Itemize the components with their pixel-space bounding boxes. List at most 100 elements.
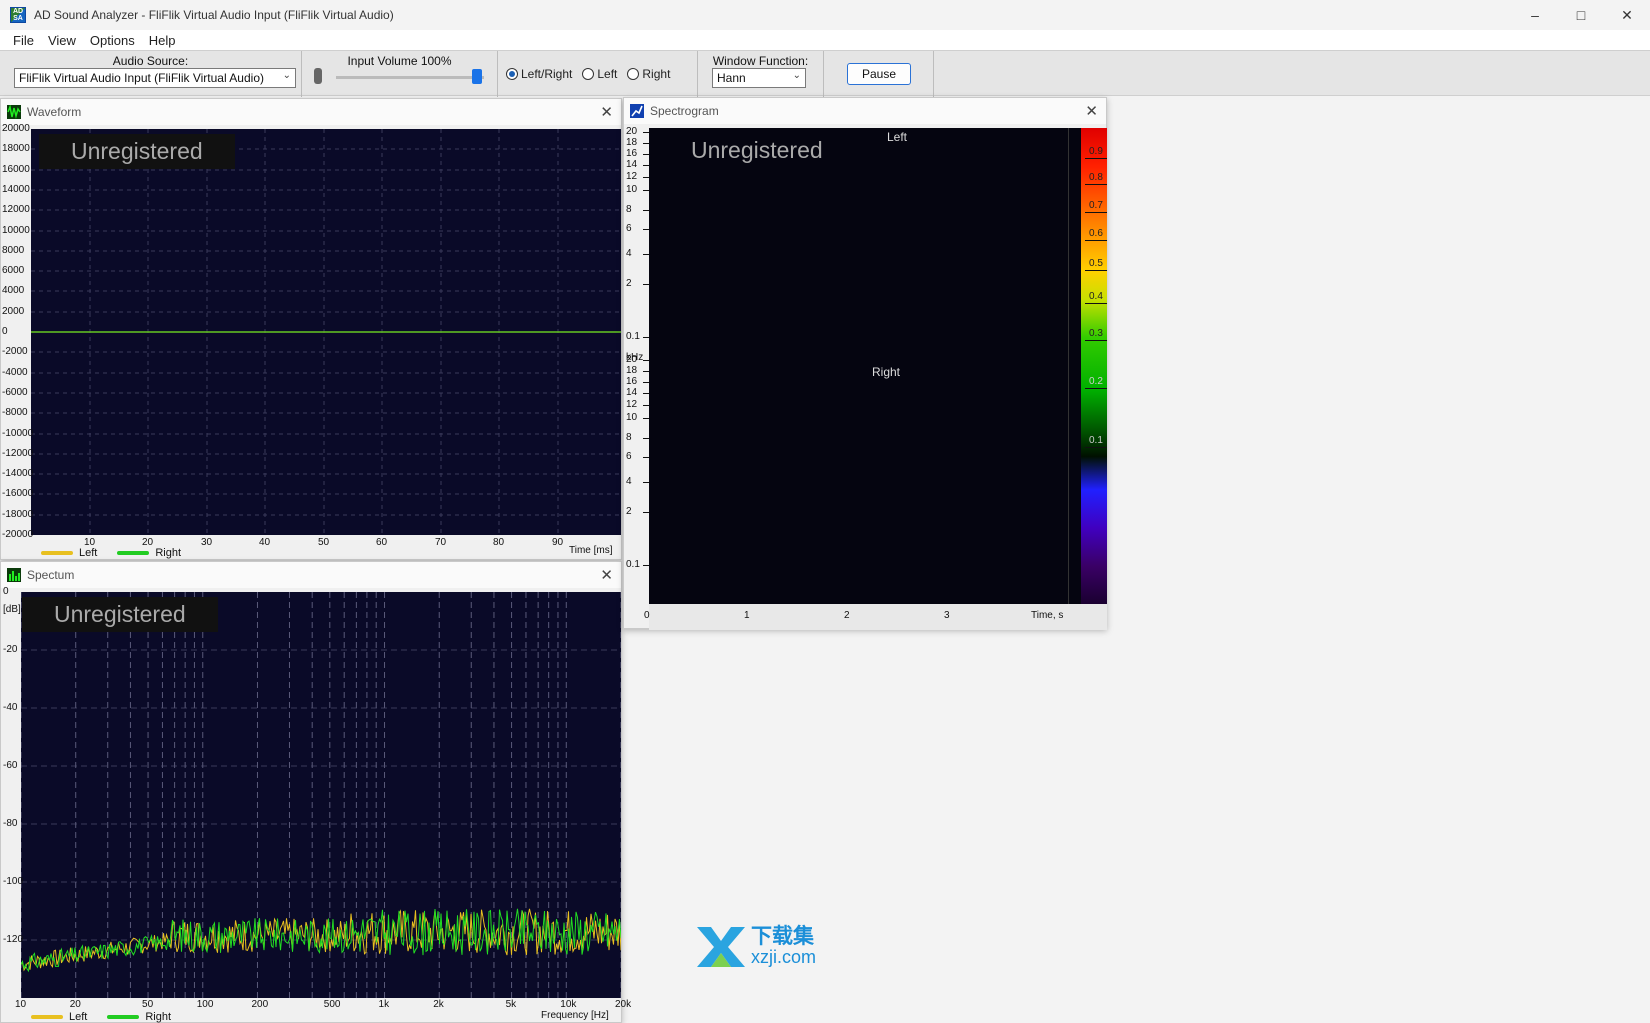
radio-left-dot bbox=[582, 68, 595, 80]
spectrogram-x-tick: 1 bbox=[744, 610, 750, 621]
close-icon[interactable]: ✕ bbox=[1085, 102, 1098, 120]
waveform-legend: Left Right bbox=[35, 547, 181, 559]
spectrogram-y-tick-bottom: 0.1 bbox=[626, 559, 640, 570]
spectrum-titlebar[interactable]: Spectum ✕ bbox=[1, 562, 621, 588]
spectrum-x-tick: 5k bbox=[505, 999, 517, 1010]
title-bar: AD SA AD Sound Analyzer - FliFlik Virtua… bbox=[0, 0, 1650, 30]
legend-right-label: Right bbox=[145, 1011, 172, 1023]
channel-group: Left/Right Left Right bbox=[498, 51, 698, 97]
spectrogram-x-tick: 3 bbox=[944, 610, 950, 621]
spectrogram-y-tick-mark bbox=[643, 393, 649, 394]
radio-left[interactable]: Left bbox=[582, 67, 617, 81]
waveform-y-tick: 6000 bbox=[2, 265, 25, 276]
spectrogram-y-tick-mark bbox=[643, 132, 649, 133]
colorbar-tick-mark bbox=[1085, 447, 1107, 448]
colorbar-tick-mark bbox=[1085, 240, 1107, 241]
spectrogram-x-tick: 2 bbox=[844, 610, 850, 621]
spectrogram-y-tick-mark bbox=[643, 438, 649, 439]
spectrogram-x-axis-label: Time, s bbox=[1031, 610, 1064, 621]
toolbar: Audio Source: FliFlik Virtual Audio Inpu… bbox=[0, 50, 1650, 97]
xzji-logo-icon bbox=[697, 927, 745, 967]
spectrum-x-tick: 20 bbox=[69, 999, 81, 1010]
waveform-y-tick: 12000 bbox=[2, 204, 30, 215]
colorbar-tick-mark bbox=[1085, 270, 1107, 271]
volume-slider-track[interactable] bbox=[336, 76, 484, 79]
window-function-select[interactable]: Hann ⌄ bbox=[712, 68, 806, 88]
minimize-button[interactable]: – bbox=[1512, 0, 1558, 30]
colorbar-tick: 0.3 bbox=[1089, 328, 1103, 339]
spectrogram-titlebar[interactable]: Spectrogram ✕ bbox=[624, 98, 1106, 124]
maximize-button[interactable]: □ bbox=[1558, 0, 1604, 30]
spectrum-y-tick: -120 bbox=[3, 934, 24, 945]
colorbar-tick-mark bbox=[1085, 303, 1107, 304]
spectrogram-y-tick-mark bbox=[643, 418, 649, 419]
spectrogram-watermark: Unregistered bbox=[691, 137, 823, 163]
spectrum-watermark: Unregistered bbox=[22, 597, 218, 632]
waveform-x-tick: 90 bbox=[552, 537, 564, 548]
menu-view[interactable]: View bbox=[41, 33, 83, 48]
colorbar-tick: 0.2 bbox=[1089, 376, 1103, 387]
legend-left-swatch bbox=[41, 551, 73, 555]
window-function-value: Hann bbox=[717, 71, 746, 85]
waveform-y-tick: -16000 bbox=[2, 488, 34, 499]
waveform-y-tick: -2000 bbox=[2, 346, 28, 357]
spectrogram-y-tick-bottom: 12 bbox=[626, 399, 638, 410]
waveform-x-axis-label: Time [ms] bbox=[569, 545, 613, 556]
close-icon[interactable]: ✕ bbox=[600, 103, 613, 121]
microphone-icon bbox=[314, 68, 322, 84]
spectrum-icon bbox=[7, 568, 21, 582]
spectrum-x-axis-label: Frequency [Hz] bbox=[541, 1010, 609, 1021]
pause-button[interactable]: Pause bbox=[847, 63, 911, 85]
spectrogram-y-tick-bottom: 10 bbox=[626, 412, 638, 423]
waveform-titlebar[interactable]: Waveform ✕ bbox=[1, 99, 621, 125]
spectrogram-y-tick-mark bbox=[643, 371, 649, 372]
menu-help[interactable]: Help bbox=[142, 33, 183, 48]
spectrogram-y-tick-mark bbox=[643, 360, 649, 361]
waveform-watermark: Unregistered bbox=[39, 134, 235, 169]
waveform-x-tick: 60 bbox=[376, 537, 388, 548]
menu-bar: File View Options Help bbox=[0, 30, 1650, 50]
close-button[interactable]: ✕ bbox=[1604, 0, 1650, 30]
waveform-icon bbox=[7, 105, 21, 119]
spectrogram-x-tick: 0 bbox=[644, 610, 650, 621]
volume-slider-handle[interactable] bbox=[472, 69, 482, 84]
radio-right-label: Right bbox=[642, 67, 671, 81]
spectrogram-y-tick-mark bbox=[643, 143, 649, 144]
spectrogram-channel-left: Left bbox=[887, 130, 908, 144]
waveform-plot: Unregistered bbox=[31, 129, 621, 535]
spectrogram-channel-right: Right bbox=[872, 365, 901, 379]
input-volume-group: Input Volume 100% bbox=[302, 51, 498, 97]
menu-file[interactable]: File bbox=[6, 33, 41, 48]
waveform-y-tick: 2000 bbox=[2, 306, 25, 317]
waveform-y-tick: 4000 bbox=[2, 285, 25, 296]
legend-right-swatch bbox=[117, 551, 150, 555]
close-icon[interactable]: ✕ bbox=[600, 566, 613, 584]
spectrogram-y-unit: kHz bbox=[626, 352, 644, 363]
radio-right[interactable]: Right bbox=[627, 67, 670, 81]
spectrogram-y-tick-bottom: 8 bbox=[626, 432, 632, 443]
waveform-x-tick: 70 bbox=[435, 537, 447, 548]
spectrogram-y-tick-mark bbox=[643, 405, 649, 406]
colorbar-tick: 0.8 bbox=[1089, 172, 1103, 183]
spectrogram-y-tick-mark bbox=[643, 154, 649, 155]
spectrum-x-tick: 1k bbox=[378, 999, 390, 1010]
waveform-y-tick: -8000 bbox=[2, 407, 28, 418]
radio-left-right-label: Left/Right bbox=[521, 67, 573, 81]
waveform-y-tick: -14000 bbox=[2, 468, 34, 479]
radio-left-right[interactable]: Left/Right bbox=[506, 67, 572, 81]
colorbar-tick: 0.5 bbox=[1089, 258, 1103, 269]
legend-left-label: Left bbox=[69, 1011, 88, 1023]
spectrogram-y-tick-top: 6 bbox=[626, 223, 632, 234]
waveform-y-tick: 20000 bbox=[2, 123, 30, 134]
menu-options[interactable]: Options bbox=[83, 33, 142, 48]
spectrum-grid bbox=[21, 592, 621, 998]
spectrum-x-tick: 2k bbox=[433, 999, 444, 1010]
spectrogram-y-tick-mark bbox=[643, 337, 649, 338]
spectrum-x-tick: 500 bbox=[323, 999, 341, 1010]
window-function-label: Window Function: bbox=[712, 54, 809, 68]
spectrogram-y-tick-mark bbox=[643, 382, 649, 383]
audio-source-select[interactable]: FliFlik Virtual Audio Input (FliFlik Vir… bbox=[14, 68, 296, 88]
waveform-y-tick: 0 bbox=[2, 326, 8, 337]
input-volume-label: Input Volume 100% bbox=[347, 54, 452, 68]
waveform-title: Waveform bbox=[27, 105, 82, 119]
